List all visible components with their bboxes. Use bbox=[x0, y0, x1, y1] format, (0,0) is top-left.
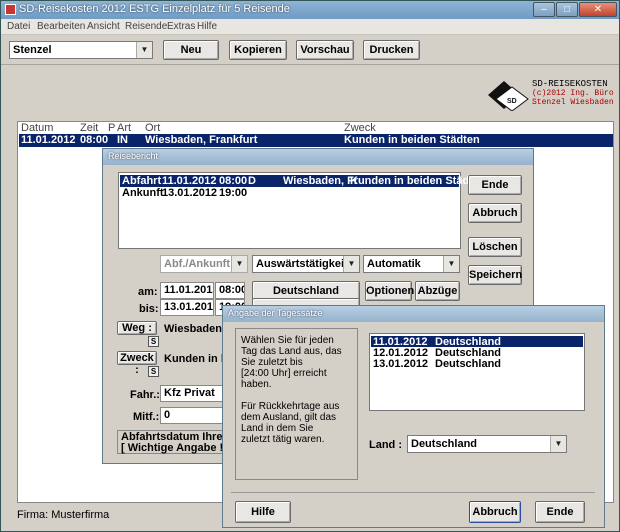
toolbar: Stenzel ▼ Neu Kopieren Vorschau Drucken bbox=[1, 35, 619, 65]
header-ort[interactable]: Ort bbox=[145, 122, 160, 134]
menu-bearbeiten[interactable]: Bearbeiten bbox=[37, 21, 85, 32]
menu-extras[interactable]: Extras bbox=[167, 21, 195, 32]
bis-label: bis: bbox=[139, 303, 159, 315]
cancel-button[interactable]: Abbruch bbox=[469, 501, 521, 523]
menu-hilfe[interactable]: Hilfe bbox=[197, 21, 217, 32]
activity-select[interactable]: Auswärtstätigkeit ▼ bbox=[252, 255, 360, 273]
start-time-field[interactable]: 08:00 bbox=[215, 282, 245, 299]
list-item[interactable]: Ankunft 13.01.2012 19:00 bbox=[120, 187, 459, 199]
route-s-button[interactable]: S bbox=[148, 336, 159, 347]
menu-datei[interactable]: Datei bbox=[7, 21, 30, 32]
list-item[interactable]: 11.01.2012 08:00 IN Wiesbaden, Frankfurt… bbox=[19, 134, 613, 147]
direction-select[interactable]: Abf./Ankunft ▼ bbox=[160, 255, 248, 273]
minimize-button[interactable]: – bbox=[533, 2, 555, 17]
maximize-button[interactable]: □ bbox=[556, 2, 578, 17]
instructions-box: Wählen Sie für jeden Tag das Land aus, d… bbox=[235, 328, 358, 480]
list-item[interactable]: 11.01.2012 Deutschland bbox=[371, 336, 583, 348]
land-label: Land : bbox=[369, 439, 402, 451]
svg-text:SD: SD bbox=[507, 98, 517, 105]
passenger-label: Mitf.: bbox=[133, 411, 160, 423]
purpose-button[interactable]: Zweck : bbox=[117, 351, 157, 376]
chevron-down-icon: ▼ bbox=[443, 256, 459, 272]
traveler-select[interactable]: Stenzel ▼ bbox=[9, 41, 153, 59]
list-item[interactable]: Abfahrt 11.01.2012 08:00 D Wiesbaden, Fr… bbox=[120, 175, 486, 187]
vehicle-label: Fahr.: bbox=[130, 389, 160, 401]
app-icon bbox=[5, 4, 16, 15]
chevron-down-icon: ▼ bbox=[136, 42, 152, 58]
tagessaetze-dialog: Angabe der Tagessätze Wählen Sie für jed… bbox=[222, 305, 605, 528]
header-zweck[interactable]: Zweck bbox=[344, 122, 376, 134]
header-datum[interactable]: Datum bbox=[21, 122, 53, 134]
header-p[interactable]: P bbox=[108, 122, 115, 134]
header-zeit[interactable]: Zeit bbox=[80, 122, 98, 134]
dialog-title-bar[interactable]: Angabe der Tagessätze bbox=[223, 306, 604, 322]
passenger-field[interactable]: 0 bbox=[160, 407, 230, 424]
divider bbox=[231, 492, 595, 493]
route-button[interactable]: Weg : bbox=[117, 321, 157, 335]
print-button[interactable]: Drucken bbox=[363, 40, 420, 60]
title-bar[interactable]: SD-Reisekosten 2012 ESTG Einzelplatz für… bbox=[1, 1, 619, 19]
am-label: am: bbox=[138, 286, 158, 298]
chevron-down-icon: ▼ bbox=[550, 436, 566, 452]
end-button[interactable]: Ende bbox=[468, 175, 522, 195]
status-firma: Firma: Musterfirma bbox=[17, 509, 110, 521]
hint-box: Abfahrtsdatum Ihrer Re [ Wichtige Angabe… bbox=[117, 430, 244, 454]
list-item[interactable]: 13.01.2012 Deutschland bbox=[371, 358, 583, 370]
list-item[interactable]: 12.01.2012 Deutschland bbox=[371, 347, 583, 359]
menu-bar: Datei Bearbeiten Ansicht Reisende Extras… bbox=[1, 19, 619, 35]
land-select[interactable]: Deutschland ▼ bbox=[407, 435, 567, 453]
hint-line-2: [ Wichtige Angabe ! ] bbox=[121, 442, 230, 454]
chevron-down-icon: ▼ bbox=[231, 256, 247, 272]
header-art[interactable]: Art bbox=[117, 122, 131, 134]
chevron-down-icon: ▼ bbox=[343, 256, 359, 272]
window-title: SD-Reisekosten 2012 ESTG Einzelplatz für… bbox=[19, 3, 290, 15]
end-button[interactable]: Ende bbox=[535, 501, 585, 523]
new-button[interactable]: Neu bbox=[163, 40, 219, 60]
end-date-field[interactable]: 13.01.2012 bbox=[160, 299, 214, 316]
daily-rates-list[interactable]: 11.01.2012 Deutschland 12.01.2012 Deutsc… bbox=[369, 333, 585, 411]
company-logo: SD SD-REISEKOSTEN (c)2012 Ing. Büro Sten… bbox=[486, 79, 616, 111]
close-button[interactable]: ✕ bbox=[579, 2, 617, 17]
automatic-select[interactable]: Automatik ▼ bbox=[363, 255, 460, 273]
purpose-s-button[interactable]: S bbox=[148, 366, 159, 377]
delete-button[interactable]: Löschen bbox=[468, 237, 522, 257]
start-date-field[interactable]: 11.01.2012 bbox=[160, 282, 214, 299]
help-button[interactable]: Hilfe bbox=[235, 501, 291, 523]
trip-entries-list[interactable]: Abfahrt 11.01.2012 08:00 D Wiesbaden, Fr… bbox=[118, 172, 486, 249]
save-button[interactable]: Speichern bbox=[468, 265, 522, 285]
deductions-button[interactable]: Abzüge bbox=[415, 281, 460, 301]
diamond-logo-icon: SD bbox=[488, 81, 529, 111]
options-button[interactable]: Optionen bbox=[365, 281, 414, 301]
menu-ansicht[interactable]: Ansicht bbox=[87, 21, 120, 32]
copy-button[interactable]: Kopieren bbox=[229, 40, 287, 60]
preview-button[interactable]: Vorschau bbox=[296, 40, 354, 60]
vehicle-field[interactable]: Kfz Privat bbox=[160, 385, 230, 402]
menu-reisende[interactable]: Reisende bbox=[125, 21, 167, 32]
dialog-title-bar[interactable]: Reisebericht bbox=[103, 149, 533, 165]
cancel-button[interactable]: Abbruch bbox=[468, 203, 522, 223]
